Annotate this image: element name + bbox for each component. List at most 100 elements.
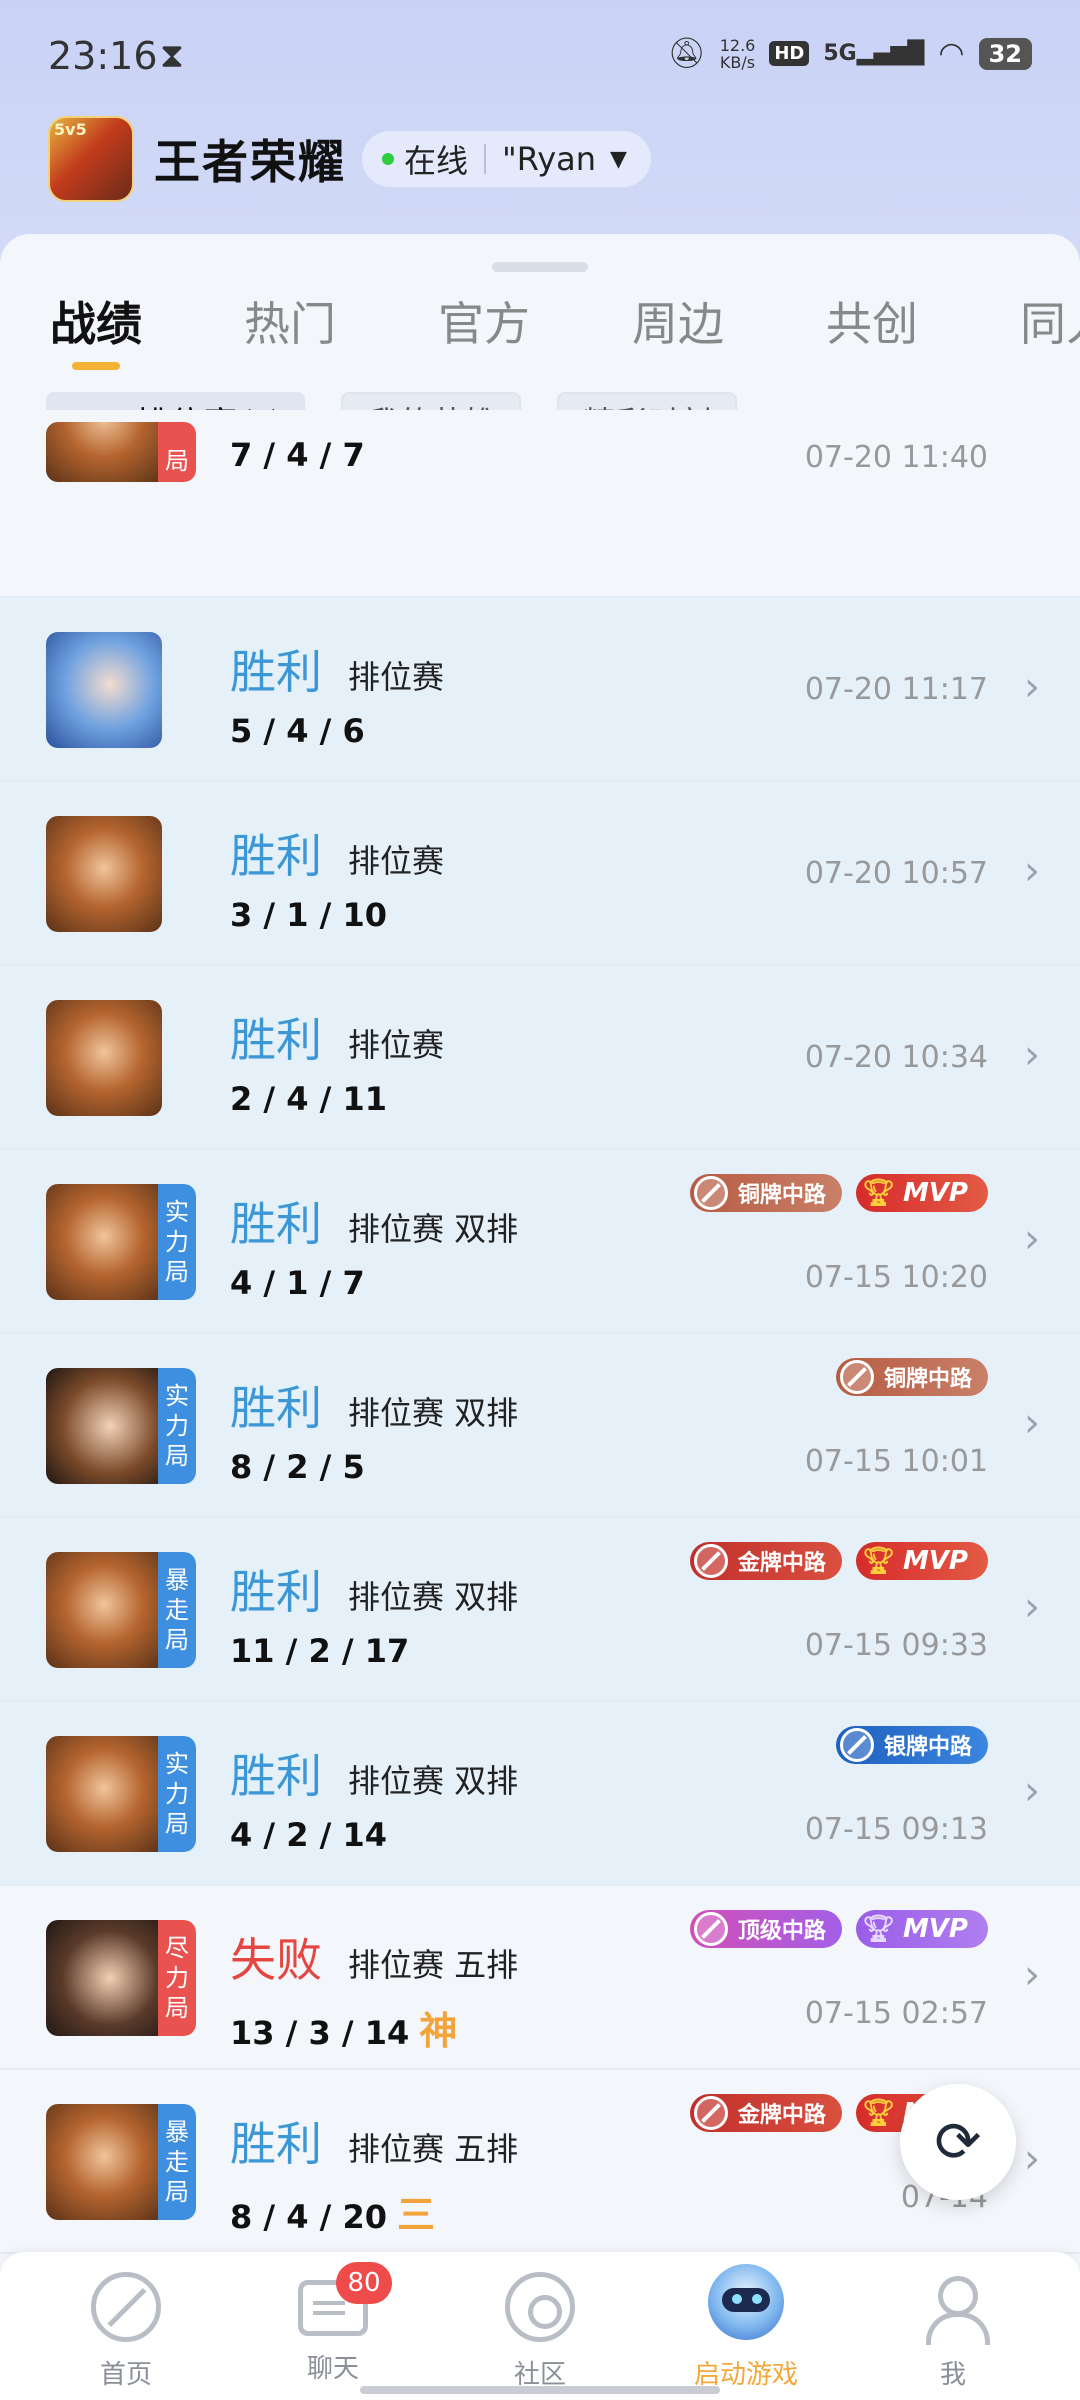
match-row[interactable]: 局 7 / 4 / 7 07-20 11:40 — [0, 410, 1080, 598]
lane-badge-icon — [839, 1360, 874, 1394]
triple-kill-icon: 三 — [397, 2193, 436, 2237]
match-type: 排位赛 双排 — [348, 1762, 519, 1800]
match-row[interactable]: 实 力 局 胜利 排位赛 双排 8 / 2 / 5 铜牌中路 07-15 10:… — [0, 1334, 1080, 1518]
chevron-right-icon: › — [1024, 1768, 1040, 1814]
mascot-eye — [732, 2294, 742, 2304]
nav-home[interactable]: 首页 — [46, 2272, 206, 2391]
mode-tag-char: 暴 — [165, 2118, 189, 2146]
tab-label: 战绩 — [50, 297, 142, 351]
match-time: 07-20 10:57 — [804, 856, 988, 891]
match-row[interactable]: 实 力 局 胜利 排位赛 双排 4 / 2 / 14 银牌中路 07-15 09… — [0, 1702, 1080, 1886]
match-time: 07-15 09:33 — [804, 1628, 988, 1663]
kda: 4 / 2 / 14 — [230, 1816, 387, 1854]
kda: 8 / 2 / 5 — [230, 1448, 365, 1486]
home-indicator[interactable] — [360, 2386, 720, 2394]
match-row[interactable]: 尽 力 局 失败 排位赛 五排 13 / 3 / 14 神 顶级中路 🏆︎ MVP … — [0, 1886, 1080, 2070]
match-result: 胜利 — [230, 1013, 322, 1067]
mode-tag-char: 局 — [165, 2178, 189, 2206]
tab-records[interactable]: 战绩 — [50, 288, 142, 370]
home-icon — [91, 2272, 161, 2342]
lane-rank-badge: 银牌中路 — [835, 1726, 988, 1764]
trophy-icon: 🏆︎ — [861, 1178, 895, 1208]
hero-avatar: 尽 力 局 — [46, 1920, 196, 2036]
mode-tag: 实 力 局 — [158, 1368, 196, 1484]
match-type: 排位赛 五排 — [348, 1946, 519, 1984]
hero-avatar: 暴 走 局 — [46, 2104, 196, 2220]
lane-rank-badge: 铜牌中路 — [835, 1358, 988, 1396]
mascot-visor — [722, 2288, 770, 2312]
trophy-icon: 🏆︎ — [861, 1914, 895, 1944]
hero-portrait — [46, 422, 162, 482]
mode-tag-char: 局 — [165, 1994, 189, 2022]
robot-mascot-icon[interactable] — [694, 2254, 798, 2350]
status-bar: 23:16 ⧗ 🔕︎ 12.6 KB/s HD 5G▂▄▆█ ◠ 32 — [0, 0, 1080, 110]
trophy-icon: 🏆︎ — [861, 1546, 895, 1576]
mode-tag: 局 — [158, 422, 196, 482]
game-app-icon[interactable]: 5v5 — [48, 116, 134, 202]
kda: 7 / 4 / 7 — [230, 436, 365, 474]
match-type: 排位赛 — [348, 842, 445, 880]
match-row[interactable]: 胜利 排位赛 2 / 4 / 11 07-20 10:34 › — [0, 966, 1080, 1150]
hero-portrait — [46, 1736, 162, 1852]
match-type: 排位赛 五排 — [348, 2130, 519, 2168]
kda: 8 / 4 / 20 三 — [230, 2184, 435, 2239]
tab-hot[interactable]: 热门 — [244, 288, 336, 354]
match-time: 07-15 10:20 — [804, 1260, 988, 1295]
mvp-label: MVP — [902, 1914, 968, 1944]
tab-official[interactable]: 官方 — [438, 288, 530, 354]
hero-portrait — [46, 816, 162, 932]
match-result: 胜利 — [230, 645, 322, 699]
mode-tag-char: 实 — [165, 1198, 189, 1226]
profile-icon — [918, 2272, 990, 2345]
mode-tag-char: 暴 — [165, 1566, 189, 1594]
pill-divider — [484, 144, 487, 174]
tab-fanworks[interactable]: 同人 — [1020, 288, 1080, 354]
mode-tag: 尽 力 局 — [158, 1920, 196, 2036]
match-result: 胜利 — [230, 2117, 322, 2171]
sheet-grabber[interactable] — [492, 262, 588, 272]
lane-badge-icon — [693, 1544, 728, 1578]
app-title: 王者荣耀 — [154, 135, 346, 189]
mode-tag-char: 局 — [165, 1626, 189, 1654]
match-row[interactable]: 暴 走 局 胜利 排位赛 双排 11 / 2 / 17 金牌中路 🏆︎ MVP 0… — [0, 1518, 1080, 1702]
match-row[interactable]: 胜利 排位赛 5 / 4 / 6 07-20 11:17 › — [0, 598, 1080, 782]
hero-avatar — [46, 632, 162, 748]
account-status-dropdown[interactable]: 在线 "Ryan ▼ — [362, 131, 651, 187]
nav-me[interactable]: 我 — [873, 2272, 1033, 2391]
network-type: 5G — [823, 41, 857, 66]
hero-avatar — [46, 816, 162, 932]
mode-tag-char: 力 — [165, 1780, 189, 1808]
mvp-label: MVP — [902, 1178, 968, 1208]
lane-badge-label: 金牌中路 — [737, 2103, 826, 2128]
tab-merch[interactable]: 周边 — [632, 288, 724, 354]
refresh-button[interactable]: ⟳ — [900, 2084, 1016, 2200]
match-result: 胜利 — [230, 1749, 322, 1803]
match-time: 07-15 09:13 — [804, 1812, 988, 1847]
match-result: 失败 — [230, 1933, 322, 1987]
lane-rank-badge: 顶级中路 — [689, 1910, 842, 1948]
match-time: 07-20 11:40 — [804, 440, 988, 475]
status-indicators: 🔕︎ 12.6 KB/s HD 5G▂▄▆█ ◠ 32 — [668, 36, 1032, 71]
speed-value: 12.6 — [719, 35, 756, 55]
kda: 11 / 2 / 17 — [230, 1632, 410, 1670]
nav-community[interactable]: 社区 — [460, 2272, 620, 2391]
kda: 3 / 1 / 10 — [230, 896, 387, 934]
bottom-navigation: 首页 聊天 社区 启动游戏 我 — [0, 2252, 1080, 2400]
match-row[interactable]: 胜利 排位赛 3 / 1 / 10 07-20 10:57 › — [0, 782, 1080, 966]
match-type: 排位赛 — [348, 1026, 445, 1064]
speed-unit: KB/s — [719, 52, 756, 72]
active-tab-indicator — [72, 362, 120, 370]
mode-tag-char: 尽 — [165, 1934, 189, 1962]
app-icon-text: 5v5 — [54, 120, 87, 139]
hero-avatar: 暴 走 局 — [46, 1552, 196, 1668]
match-type: 排位赛 双排 — [348, 1394, 519, 1432]
lane-badge-label: 顶级中路 — [737, 1919, 826, 1944]
mode-tag: 实 力 局 — [158, 1184, 196, 1300]
chevron-right-icon: › — [1024, 2136, 1040, 2182]
lane-badge-icon — [693, 1912, 728, 1946]
mode-tag-char: 实 — [165, 1382, 189, 1410]
online-dot-icon — [382, 153, 394, 165]
status-time: 23:16 — [48, 34, 158, 78]
tab-cocreate[interactable]: 共创 — [826, 288, 918, 354]
match-row[interactable]: 实 力 局 胜利 排位赛 双排 4 / 1 / 7 铜牌中路 🏆︎ MVP 07-… — [0, 1150, 1080, 1334]
